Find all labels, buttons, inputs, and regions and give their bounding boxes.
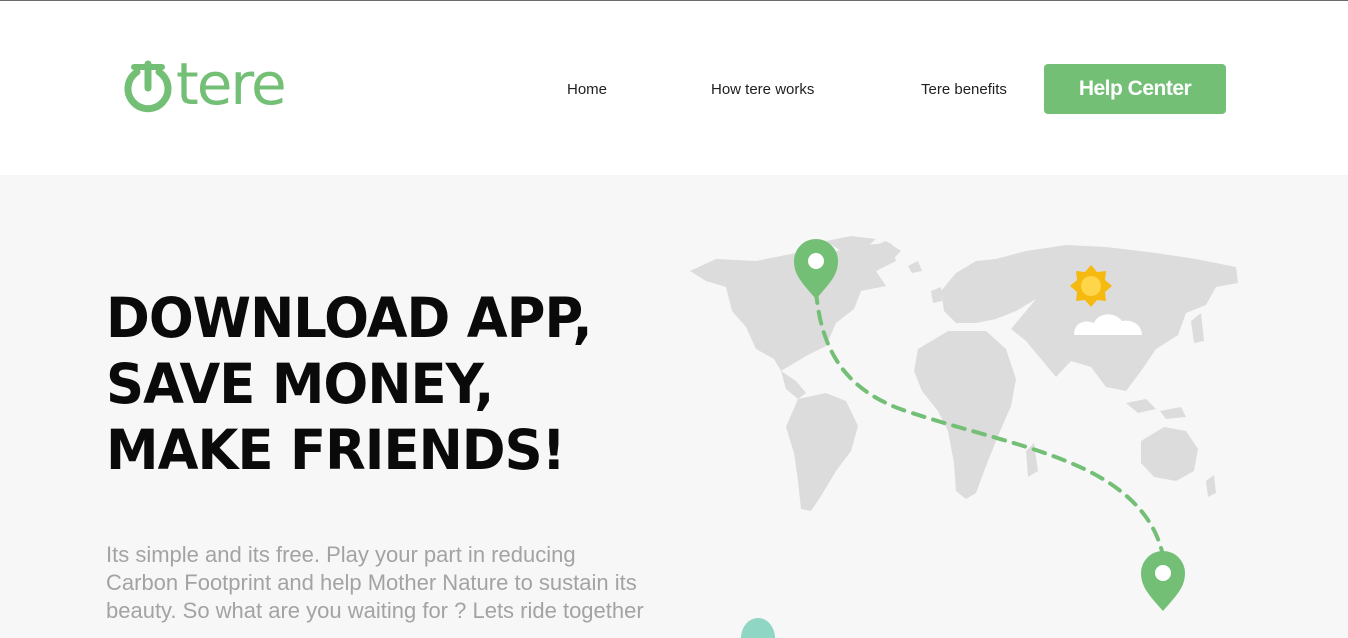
hero-headline: DOWNLOAD APP, SAVE MONEY, MAKE FRIENDS! <box>106 286 593 482</box>
nav-tere-benefits[interactable]: Tere benefits <box>921 81 1007 98</box>
sun-icon <box>1070 265 1112 307</box>
hero-subtext: Its simple and its free. Play your part … <box>106 542 644 623</box>
map-pin-icon <box>1141 551 1185 611</box>
hero-section: DOWNLOAD APP, SAVE MONEY, MAKE FRIENDS! … <box>0 175 1348 638</box>
nav-home[interactable]: Home <box>567 81 607 98</box>
power-logo-icon <box>124 60 172 113</box>
site-header: tere Home How tere works Tere benefits H… <box>0 1 1348 175</box>
brand-name: tere <box>176 50 287 118</box>
nav-how-tere-works[interactable]: How tere works <box>711 81 814 98</box>
help-center-button[interactable]: Help Center <box>1044 64 1226 114</box>
world-map-illustration <box>690 236 1238 611</box>
world-map-land <box>690 236 1238 511</box>
brand-logo[interactable]: tere <box>122 50 287 118</box>
decorative-blob <box>741 618 775 638</box>
